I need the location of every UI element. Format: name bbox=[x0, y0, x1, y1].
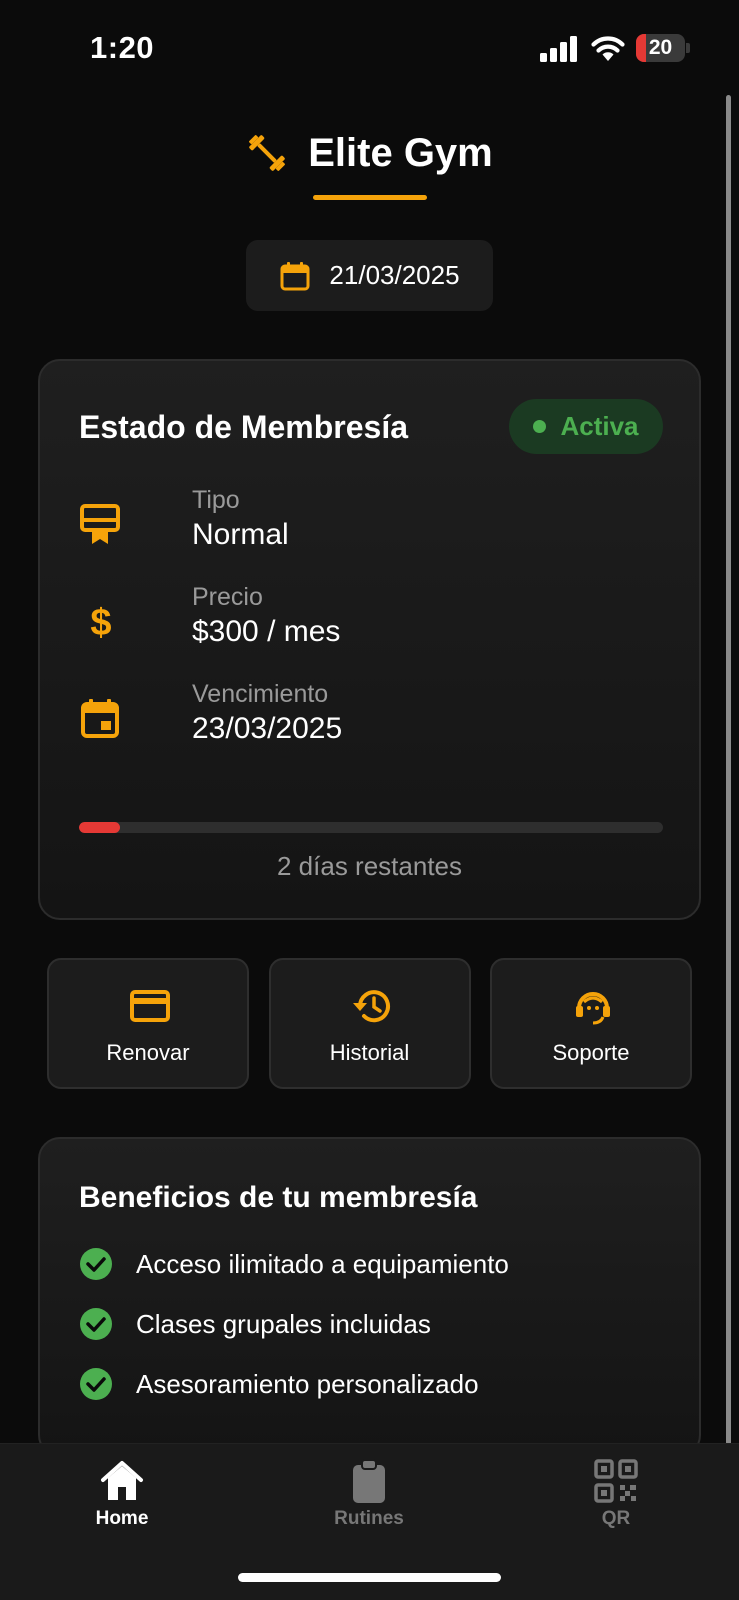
home-icon bbox=[101, 1461, 143, 1500]
expiry-label: Vencimiento bbox=[192, 680, 329, 708]
type-value: Normal bbox=[192, 518, 289, 551]
title-underline bbox=[312, 195, 427, 200]
price-value: $300 / mes bbox=[192, 615, 341, 648]
membership-card: Estado de Membresía Activa Tipo Normal $… bbox=[38, 359, 701, 920]
wifi-icon bbox=[591, 36, 625, 61]
current-date: 21/03/2025 bbox=[329, 260, 460, 290]
check-circle-icon bbox=[80, 1248, 112, 1280]
benefits-card: Beneficios de tu membresía Acceso ilimit… bbox=[38, 1137, 701, 1457]
price-label: Precio bbox=[192, 583, 263, 611]
status-badge: Activa bbox=[509, 399, 663, 454]
svg-text:$: $ bbox=[90, 602, 111, 643]
check-circle-icon bbox=[80, 1368, 112, 1400]
tab-rutines-label: Rutines bbox=[334, 1508, 404, 1529]
days-remaining: 2 días restantes bbox=[277, 851, 462, 881]
type-label: Tipo bbox=[192, 486, 240, 514]
app-title: Elite Gym bbox=[308, 130, 493, 175]
support-label: Soporte bbox=[552, 1040, 630, 1065]
membership-card-icon bbox=[80, 504, 120, 544]
history-icon bbox=[352, 990, 390, 1023]
benefit-item: Asesoramiento personalizado bbox=[79, 1364, 479, 1404]
credit-card-icon bbox=[130, 990, 170, 1022]
clipboard-icon bbox=[353, 1459, 385, 1503]
check-circle-icon bbox=[80, 1308, 112, 1340]
benefit-text: Asesoramiento personalizado bbox=[136, 1368, 479, 1399]
quick-actions: Renovar Historial Soporte bbox=[47, 958, 692, 1089]
history-button[interactable]: Historial bbox=[268, 958, 471, 1089]
membership-title: Estado de Membresía bbox=[79, 409, 408, 445]
dollar-icon: $ bbox=[90, 602, 111, 643]
tab-qr[interactable]: QR bbox=[546, 1458, 686, 1538]
membership-type-row: Tipo Normal bbox=[79, 486, 639, 566]
benefit-item: Clases grupales incluidas bbox=[79, 1304, 431, 1344]
renew-label: Renovar bbox=[106, 1040, 190, 1065]
membership-expiry-row: Vencimiento 23/03/2025 bbox=[79, 680, 639, 760]
benefit-item: Acceso ilimitado a equipamiento bbox=[79, 1244, 509, 1284]
benefits-title: Beneficios de tu membresía bbox=[79, 1181, 478, 1214]
status-label: Activa bbox=[560, 411, 639, 441]
expiry-value: 23/03/2025 bbox=[192, 712, 343, 745]
dumbbell-icon bbox=[249, 135, 286, 171]
scrollbar[interactable] bbox=[726, 95, 731, 1445]
date-chip[interactable]: 21/03/2025 bbox=[246, 240, 493, 311]
days-progress-fill bbox=[79, 822, 120, 833]
tab-home[interactable]: Home bbox=[52, 1458, 192, 1538]
benefit-text: Acceso ilimitado a equipamiento bbox=[136, 1248, 509, 1279]
calendar-icon bbox=[280, 261, 310, 290]
membership-price-row: $ Precio $300 / mes bbox=[79, 583, 639, 663]
status-bar: 1:20 20 bbox=[0, 0, 739, 100]
days-progress-bar bbox=[79, 822, 663, 833]
tab-home-label: Home bbox=[95, 1508, 149, 1529]
home-indicator[interactable] bbox=[238, 1573, 501, 1582]
qr-code-icon bbox=[594, 1459, 638, 1503]
tab-rutines[interactable]: Rutines bbox=[299, 1458, 439, 1538]
app-header: Elite Gym bbox=[0, 125, 739, 200]
battery-level: 20 bbox=[648, 36, 673, 59]
status-time: 1:20 bbox=[90, 30, 155, 65]
history-label: Historial bbox=[329, 1040, 410, 1065]
signal-icon bbox=[540, 36, 577, 62]
battery-icon: 20 bbox=[636, 34, 690, 62]
benefit-text: Clases grupales incluidas bbox=[136, 1308, 431, 1339]
renew-button[interactable]: Renovar bbox=[47, 958, 249, 1089]
tab-qr-label: QR bbox=[601, 1508, 631, 1529]
calendar-event-icon bbox=[81, 699, 119, 738]
status-dot bbox=[533, 420, 547, 433]
support-button[interactable]: Soporte bbox=[490, 958, 692, 1089]
support-agent-icon bbox=[576, 992, 610, 1025]
